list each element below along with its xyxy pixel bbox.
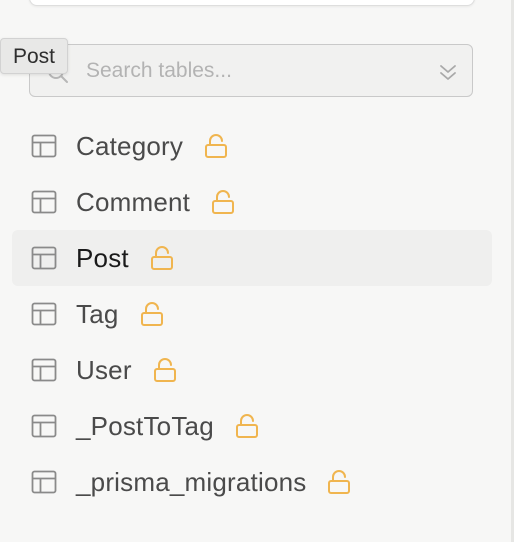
table-item-category[interactable]: Category — [12, 118, 492, 174]
table-item-user[interactable]: User — [12, 342, 492, 398]
table-item-label: User — [76, 354, 132, 385]
table-item-comment[interactable]: Comment — [12, 174, 492, 230]
lock-icon — [205, 134, 228, 158]
table-item-post-to-tag[interactable]: _PostToTag — [12, 398, 492, 454]
previous-field[interactable] — [29, 0, 475, 6]
table-item-prisma-migrations[interactable]: _prisma_migrations — [12, 454, 492, 510]
table-icon — [31, 470, 57, 494]
lock-icon — [235, 414, 258, 438]
table-item-post[interactable]: Post — [12, 230, 492, 286]
lock-icon — [150, 246, 173, 270]
tooltip: Post — [0, 38, 69, 74]
table-icon — [31, 302, 57, 326]
table-item-label: Post — [76, 242, 129, 273]
table-item-label: Tag — [76, 298, 119, 329]
table-item-label: _prisma_migrations — [76, 466, 307, 497]
lock-icon — [153, 358, 176, 382]
table-item-label: Category — [76, 130, 184, 161]
lock-icon — [140, 302, 163, 326]
table-icon — [31, 134, 57, 158]
table-icon — [31, 246, 57, 270]
table-item-label: Comment — [76, 186, 191, 217]
lock-icon — [328, 470, 351, 494]
table-icon — [31, 414, 57, 438]
table-list: Category Comment Post Tag User _PostToTa… — [12, 118, 492, 510]
search-input[interactable] — [86, 55, 416, 87]
table-icon — [31, 190, 57, 214]
table-search[interactable] — [29, 44, 473, 97]
table-icon — [31, 358, 57, 382]
lock-icon — [212, 190, 235, 214]
chevron-down-icon[interactable] — [438, 58, 458, 84]
table-item-tag[interactable]: Tag — [12, 286, 492, 342]
table-item-label: _PostToTag — [76, 410, 214, 441]
